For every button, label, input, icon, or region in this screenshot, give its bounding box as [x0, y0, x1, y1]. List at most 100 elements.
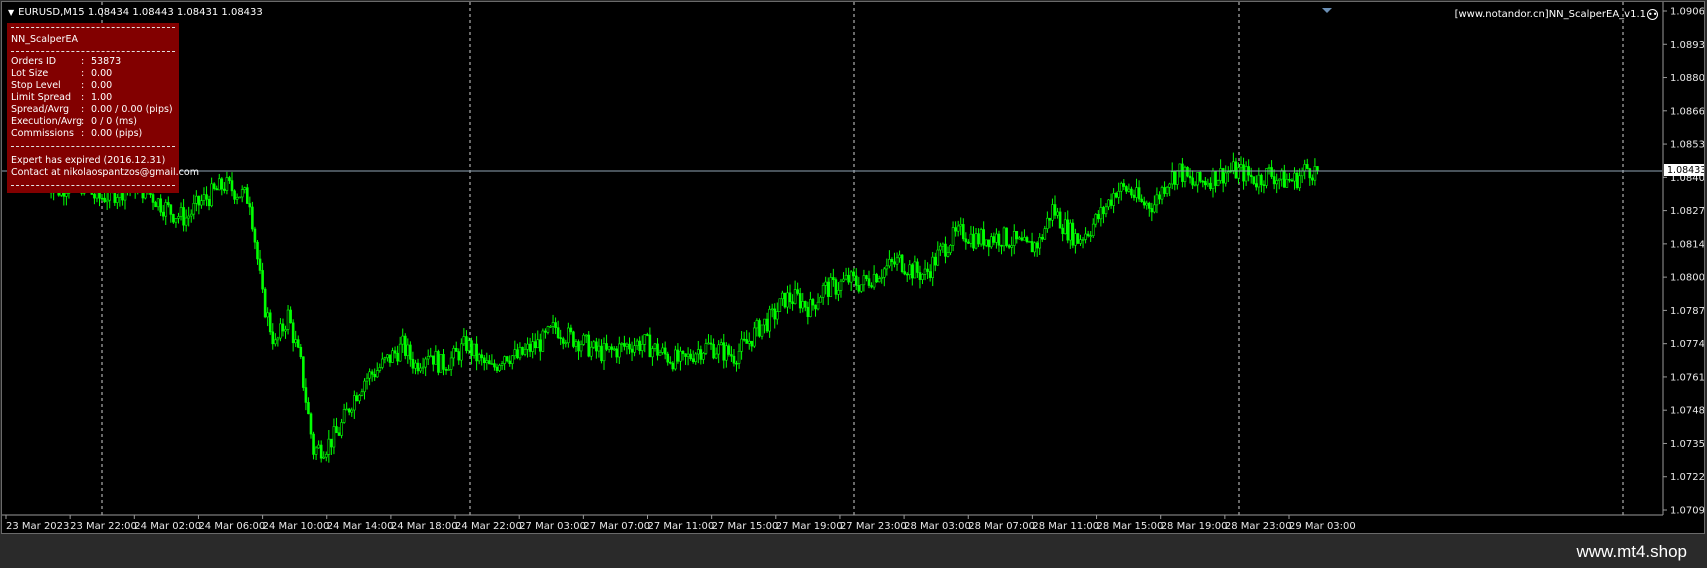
- candle-body: [544, 330, 547, 333]
- candle-body: [1007, 245, 1011, 248]
- candle-body: [1160, 187, 1164, 200]
- candle-body: [200, 200, 203, 206]
- candle-body: [798, 293, 802, 309]
- candle-body: [240, 189, 244, 198]
- candle-body: [753, 327, 756, 347]
- candle-body: [276, 337, 280, 341]
- candle-body: [205, 194, 208, 200]
- candle-body: [189, 213, 193, 217]
- candle-body: [1020, 237, 1024, 241]
- candle-body: [732, 355, 736, 364]
- candle-body: [485, 360, 489, 364]
- candle-body: [294, 339, 298, 344]
- symbol-header: ▼ EURUSD,M15 1.08434 1.08443 1.08431 1.08…: [8, 7, 263, 18]
- candle-body: [291, 322, 295, 344]
- candle-body: [65, 193, 68, 197]
- candle-body: [299, 346, 303, 358]
- candle-body: [1010, 245, 1013, 248]
- candle-body: [628, 343, 631, 350]
- candle-body: [398, 343, 402, 362]
- candle-body: [597, 345, 601, 352]
- row-separator: :: [81, 104, 85, 115]
- candle-body: [1051, 204, 1054, 221]
- candle-body: [286, 309, 290, 330]
- candle-body: [1063, 219, 1067, 235]
- candle-body: [977, 233, 980, 245]
- candle-body: [696, 349, 700, 355]
- shift-marker-icon[interactable]: [1322, 8, 1332, 13]
- candle-body: [783, 292, 787, 308]
- candle-body: [375, 370, 379, 378]
- candle-body: [1150, 208, 1154, 213]
- candle-body: [1196, 172, 1199, 186]
- candle-body: [572, 331, 575, 347]
- candle-body: [347, 408, 351, 413]
- price-tick-label: 1.07610: [1670, 372, 1705, 383]
- candle-body: [1298, 175, 1301, 189]
- candle-body: [663, 347, 667, 355]
- dropdown-triangle-icon[interactable]: ▼: [8, 8, 14, 17]
- candle-body: [905, 273, 909, 276]
- candle-body: [251, 206, 254, 230]
- candle-body: [956, 225, 960, 232]
- candle-body: [363, 380, 366, 393]
- candle-body: [472, 343, 476, 356]
- candle-body: [1025, 237, 1029, 243]
- price-tick-label: 1.08800: [1670, 73, 1705, 84]
- candle-body: [796, 289, 799, 294]
- candle-body: [646, 334, 649, 336]
- candle-body: [995, 233, 998, 243]
- candle-body: [167, 202, 170, 206]
- candle-body: [786, 292, 789, 308]
- candle-body: [508, 360, 512, 364]
- candle-body: [383, 357, 387, 360]
- candle-body: [979, 229, 983, 245]
- candle-body: [900, 254, 904, 272]
- time-tick-label: 28 Mar 11:00: [1032, 521, 1099, 532]
- candle-body: [671, 362, 675, 370]
- candle-body: [936, 249, 940, 266]
- candle-body: [202, 194, 206, 202]
- candle-body: [933, 256, 937, 266]
- candle-body: [854, 275, 858, 286]
- candle-body: [903, 271, 906, 275]
- candle-body: [488, 360, 491, 365]
- candle-body: [987, 239, 991, 248]
- candle-body: [911, 264, 914, 279]
- candle-body: [908, 264, 912, 276]
- candle-body: [1030, 241, 1034, 253]
- candle-body: [1005, 227, 1008, 246]
- candle-body: [462, 336, 466, 345]
- candle-body: [1155, 194, 1159, 206]
- candle-body: [829, 277, 833, 297]
- candle-body: [775, 311, 779, 320]
- candle-body: [778, 298, 782, 312]
- candle-body: [719, 342, 723, 346]
- candle-body: [610, 346, 613, 350]
- candle-body: [1267, 167, 1271, 169]
- candle-body: [1048, 217, 1052, 221]
- candle-body: [1084, 233, 1087, 240]
- price-tick-label: 1.07220: [1670, 472, 1705, 483]
- smiley-icon[interactable]: ••: [1647, 9, 1658, 20]
- chart-window[interactable]: 1.09065 1.08935 1.08800 1.08665 1.08535 1.084…: [1, 1, 1705, 534]
- candle-body: [564, 342, 568, 345]
- candle-body: [1137, 187, 1141, 200]
- candle-body: [882, 268, 886, 278]
- price-chart[interactable]: 1.09065 1.08935 1.08800 1.08665 1.08535 1.084…: [2, 2, 1705, 534]
- time-tick-label: 27 Mar 15:00: [712, 521, 779, 532]
- candle-body: [177, 216, 180, 219]
- candle-body: [742, 338, 746, 341]
- candle-body: [1130, 188, 1133, 196]
- candle-body: [763, 318, 766, 326]
- row-separator: :: [81, 92, 85, 103]
- candle-body: [342, 409, 346, 423]
- price-tick-label: 1.07090: [1670, 506, 1705, 517]
- candle-body: [503, 356, 506, 364]
- candle-body: [100, 197, 104, 200]
- candle-body: [1239, 164, 1243, 169]
- candle-body: [1058, 211, 1062, 229]
- candle-body: [1316, 166, 1319, 171]
- row-separator: :: [81, 128, 85, 139]
- candle-body: [381, 358, 384, 368]
